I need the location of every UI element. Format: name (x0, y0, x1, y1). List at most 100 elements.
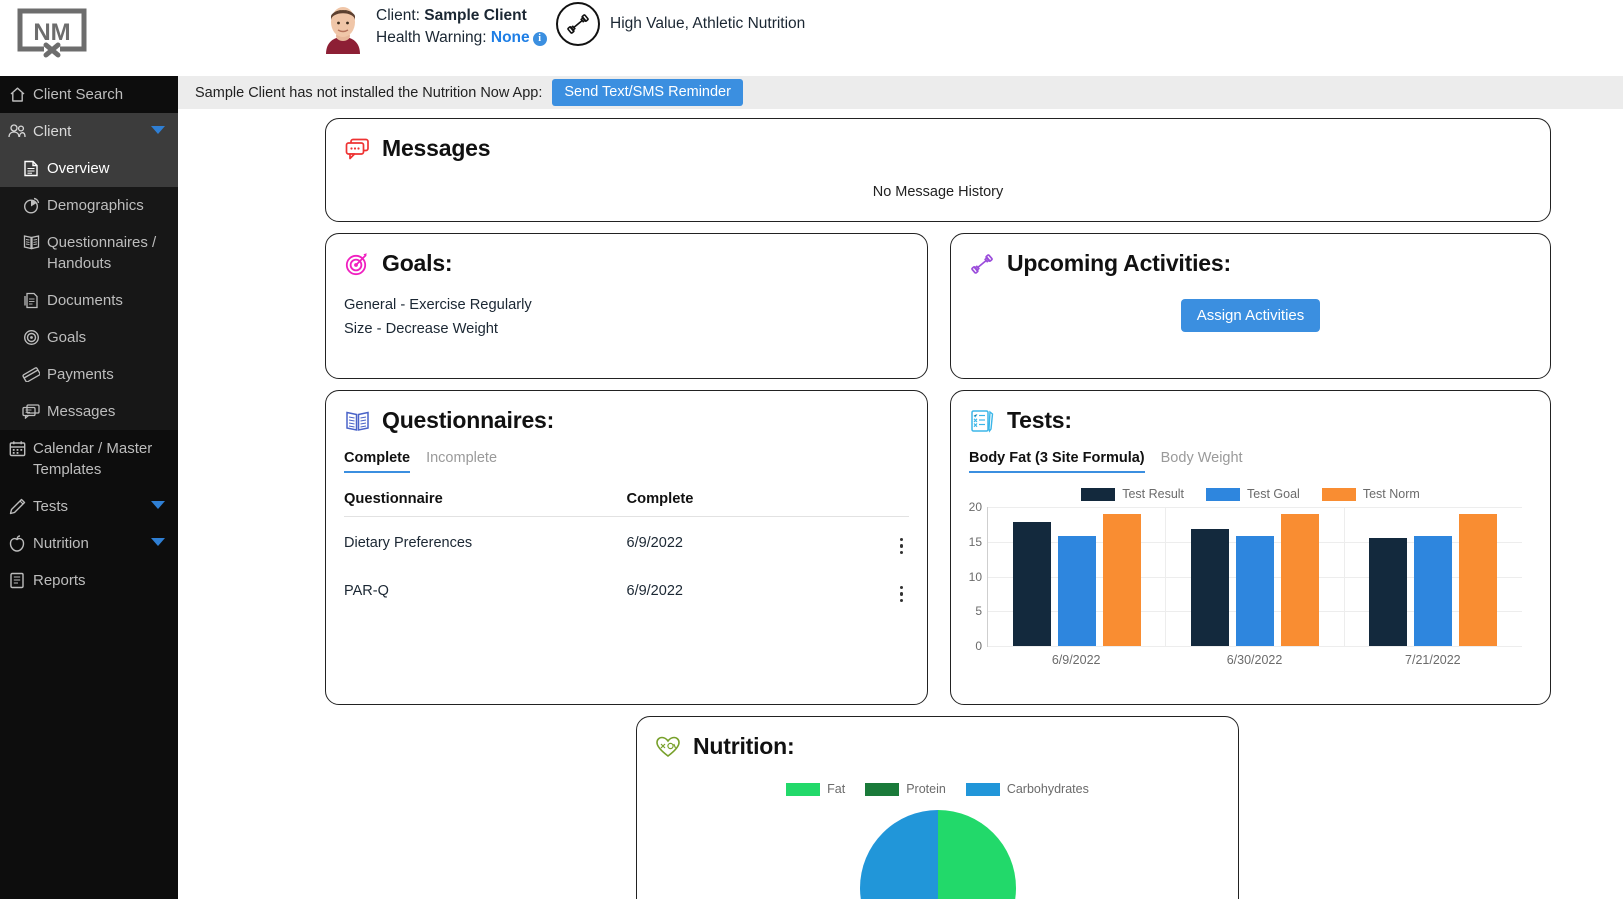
y-axis-tick-label: 10 (968, 569, 982, 584)
x-axis-tick-label: 6/9/2022 (1051, 653, 1101, 667)
bar-group (1166, 507, 1345, 646)
bar-groups (988, 507, 1522, 646)
tab-body-fat-3-site-formula[interactable]: Body Fat (3 Site Formula) (969, 450, 1145, 473)
send-sms-reminder-button[interactable]: Send Text/SMS Reminder (552, 79, 743, 106)
goal-item: Size - Decrease Weight (344, 321, 499, 337)
bar[interactable] (1235, 536, 1274, 646)
sidebar-item-label: Payments (47, 366, 114, 383)
chevron-down-icon[interactable] (151, 501, 165, 509)
bar[interactable] (1414, 536, 1453, 646)
app-logo[interactable]: NM (16, 7, 88, 59)
tests-tabs: Body Fat (3 Site Formula) Body Weight (951, 434, 1550, 473)
sidebar-item-label: Client Search (33, 86, 124, 103)
sidebar-item-payments[interactable]: Payments (0, 356, 178, 393)
legend-item[interactable]: Test Result (1081, 487, 1184, 501)
tab-complete[interactable]: Complete (344, 450, 411, 473)
sidebar-item-client[interactable]: Client (0, 113, 178, 150)
bar[interactable] (1057, 536, 1096, 646)
legend-swatch (786, 782, 821, 796)
notification-text: Sample Client has not installed the Nutr… (195, 84, 543, 101)
row-actions-cell (864, 517, 909, 566)
card-icon (22, 364, 40, 384)
nutrition-legend: Fat Protein Carbohydrates (637, 782, 1238, 796)
client-name: Sample Client (424, 7, 527, 24)
svg-text:NM: NM (33, 19, 70, 46)
bar[interactable] (1369, 537, 1408, 646)
bar[interactable] (1280, 513, 1319, 646)
sidebar-item-calendar-master-templates[interactable]: Calendar / Master Templates (0, 430, 178, 488)
assign-activities-button[interactable]: Assign Activities (1180, 299, 1321, 332)
client-name-line: Client: Sample Client (376, 5, 547, 27)
nutrition-pie-chart (637, 810, 1238, 899)
legend-swatch (965, 782, 1000, 796)
tab-body-weight[interactable]: Body Weight (1161, 450, 1243, 473)
legend-item[interactable]: Test Norm (1321, 487, 1420, 501)
kebab-menu-icon[interactable] (894, 536, 910, 557)
sidebar-item-label: Goals (47, 329, 87, 346)
sidebar-item-label: Demographics (47, 197, 144, 214)
tab-incomplete[interactable]: Incomplete (426, 450, 497, 473)
y-axis-tick-label: 0 (975, 639, 982, 653)
nutrition-card-header: Nutrition: (637, 717, 1238, 760)
sidebar-item-documents[interactable]: Documents (0, 282, 178, 319)
questionnaires-card-title: Questionnaires: (382, 407, 555, 433)
bar[interactable] (1102, 513, 1141, 646)
client-label: Client: (376, 7, 420, 24)
sidebar-item-label: Documents (47, 292, 123, 309)
chart-plot-area: 20 15 10 5 0 (969, 500, 1522, 653)
goals-list: General - Exercise Regularly Size - Decre… (326, 293, 927, 341)
upcoming-activities-card: Upcoming Activities: Assign Activities (950, 233, 1551, 379)
pie-slices (859, 810, 1016, 899)
legend-label: Carbohydrates (1006, 782, 1089, 796)
chevron-down-icon[interactable] (151, 538, 165, 546)
bar[interactable] (1190, 528, 1229, 646)
document-icon (22, 158, 40, 178)
sidebar-item-client-search[interactable]: Client Search (0, 76, 178, 113)
pie-chart-icon (22, 195, 40, 215)
program-label: High Value, Athletic Nutrition (610, 15, 806, 32)
tests-card-title: Tests: (1007, 407, 1072, 433)
legend-label: Test Goal (1247, 487, 1300, 501)
app-install-notification-bar: Sample Client has not installed the Nutr… (178, 76, 1623, 109)
sidebar-item-demographics[interactable]: Demographics (0, 187, 178, 224)
dumbbell-icon (969, 251, 995, 277)
health-warning-value: None (490, 29, 530, 46)
sidebar-item-goals[interactable]: Goals (0, 319, 178, 356)
legend-item[interactable]: Test Goal (1206, 487, 1300, 501)
bar[interactable] (1012, 521, 1051, 646)
sidebar-item-nutrition[interactable]: Nutrition (0, 525, 178, 562)
info-icon[interactable]: i (532, 32, 547, 46)
gridline (988, 646, 1522, 647)
legend-label: Fat (827, 782, 846, 796)
body-fat-bar-chart: Test Result Test Goal Test Norm 20 15 10 5 0 6… (951, 487, 1550, 667)
kebab-menu-icon[interactable] (894, 584, 910, 605)
table-header-row: Questionnaire Complete (344, 491, 909, 517)
target-icon (22, 327, 40, 347)
goal-item: General - Exercise Regularly (344, 297, 532, 313)
report-icon (8, 570, 26, 590)
bar[interactable] (1459, 513, 1498, 646)
legend-item[interactable]: Protein (865, 782, 946, 796)
goals-card: Goals: General - Exercise Regularly Size … (325, 233, 928, 379)
legend-item[interactable]: Fat (786, 782, 845, 796)
sidebar-item-reports[interactable]: Reports (0, 562, 178, 599)
table-row[interactable]: PAR-Q 6/9/2022 (344, 565, 909, 613)
questionnaire-complete-date: 6/9/2022 (626, 534, 683, 551)
legend-item[interactable]: Carbohydrates (965, 782, 1089, 796)
table-row[interactable]: Dietary Preferences 6/9/2022 (344, 517, 909, 566)
sidebar-item-overview[interactable]: Overview (0, 150, 178, 187)
chevron-down-icon[interactable] (151, 126, 165, 134)
sidebar-item-tests[interactable]: Tests (0, 488, 178, 525)
sidebar-nav: Client Search Client Overview Demographics Q… (0, 76, 178, 899)
people-icon (8, 121, 26, 141)
sidebar-item-messages[interactable]: Messages (0, 393, 178, 430)
questionnaires-card-header: Questionnaires: (326, 391, 927, 434)
goals-card-header: Goals: (326, 234, 927, 277)
program-header-block: High Value, Athletic Nutrition (556, 2, 805, 46)
client-header-text: Client: Sample Client Health Warning: No… (376, 2, 547, 49)
sidebar-item-label: Reports (33, 572, 86, 589)
health-warning-label: Health Warning: (376, 29, 487, 46)
y-axis-tick-label: 5 (975, 604, 982, 619)
sidebar-item-questionnaires-handouts[interactable]: Questionnaires / Handouts (0, 224, 178, 282)
sidebar-item-label: Questionnaires / Handouts (47, 234, 157, 272)
